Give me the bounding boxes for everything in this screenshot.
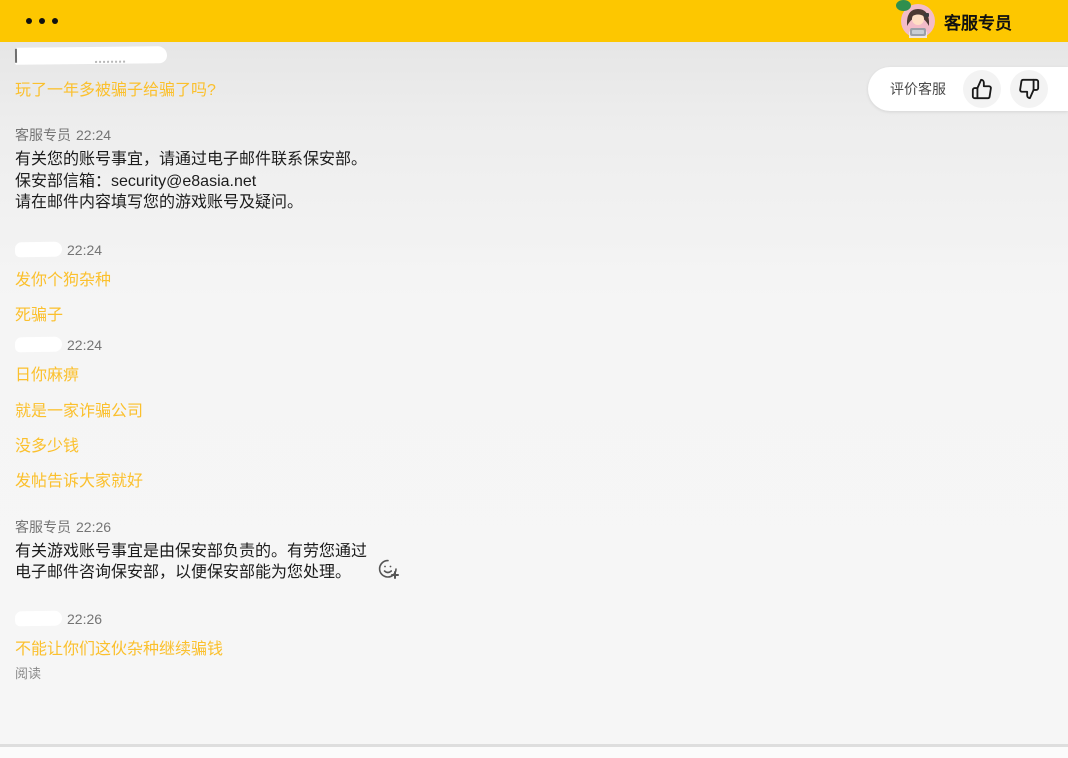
message-time: 22:24 xyxy=(76,127,111,143)
add-reaction-button[interactable] xyxy=(375,556,401,582)
agent-message-line: 请在邮件内容填写您的游戏账号及疑问。 xyxy=(15,192,373,214)
agent-message-header: 客服专员 22:26 xyxy=(15,518,1068,536)
user-message-group: 22:24 发你个狗杂种 死骗子 xyxy=(15,241,1068,326)
read-receipt: 阅读 xyxy=(15,663,1068,682)
ellipsis-icon xyxy=(39,18,45,24)
user-message: 日你麻痹 xyxy=(15,366,1068,386)
user-message: 不能让你们这伙杂种继续骗钱 xyxy=(15,640,1068,660)
user-message: 就是一家诈骗公司 xyxy=(15,402,1068,422)
ellipsis-icon xyxy=(52,18,58,24)
agent-message: 有关您的账号事宜，请通过电子邮件联系保安部。 保安部信箱：security@e8… xyxy=(15,149,373,214)
agent-message-line: 保安部信箱：security@e8asia.net xyxy=(15,171,373,193)
user-message-group: 22:24 日你麻痹 就是一家诈骗公司 没多少钱 发帖告诉大家就好 xyxy=(15,336,1068,492)
thumb-up-icon xyxy=(971,78,993,100)
thumb-up-button[interactable] xyxy=(963,70,1001,108)
agent-name: 客服专员 xyxy=(15,125,71,145)
chat-scroll-area[interactable]: 玩了一年多被骗子给骗了吗? 客服专员 22:24 有关您的账号事宜，请通过电子邮… xyxy=(0,42,1068,744)
user-message: 发帖告诉大家就好 xyxy=(15,472,1068,492)
thumb-down-button[interactable] xyxy=(1010,70,1048,108)
ellipsis-icon xyxy=(26,18,32,24)
message-time: 22:26 xyxy=(67,611,102,627)
user-message-header: 22:26 xyxy=(15,610,1068,628)
user-message-header: 22:24 xyxy=(15,336,1068,354)
redacted-message-header xyxy=(15,46,1068,64)
agent-message-group: 客服专员 22:24 有关您的账号事宜，请通过电子邮件联系保安部。 保安部信箱：… xyxy=(15,126,1068,214)
avatar xyxy=(901,4,935,38)
redaction-blob xyxy=(15,242,62,258)
agent-identity: 客服专员 xyxy=(901,4,1012,38)
message-time: 22:24 xyxy=(67,337,102,353)
user-message: 死骗子 xyxy=(15,306,1068,326)
agent-message-line: 有关您的账号事宜，请通过电子邮件联系保安部。 xyxy=(15,149,373,171)
user-message: 没多少钱 xyxy=(15,437,1068,457)
redaction-blob xyxy=(15,46,167,65)
online-status-dot xyxy=(896,0,911,11)
user-message-header: 22:24 xyxy=(15,241,1068,259)
thumb-down-icon xyxy=(1018,78,1040,100)
rating-label: 评价客服 xyxy=(890,79,946,99)
redaction-blob xyxy=(15,611,62,627)
smiley-plus-icon xyxy=(375,556,401,582)
agent-message: 有关游戏账号事宜是由保安部负责的。有劳您通过电子邮件咨询保安部，以便保安部能为您… xyxy=(15,541,373,584)
message-time: 22:26 xyxy=(76,519,111,535)
more-menu-button[interactable] xyxy=(24,12,60,30)
user-message-group: 22:26 不能让你们这伙杂种继续骗钱 阅读 xyxy=(15,610,1068,682)
agent-message-group: 客服专员 22:26 有关游戏账号事宜是由保安部负责的。有劳您通过电子邮件咨询保… xyxy=(15,518,1068,584)
agent-name: 客服专员 xyxy=(15,517,71,537)
user-message: 发你个狗杂种 xyxy=(15,271,1068,291)
top-bar: 客服专员 xyxy=(0,0,1068,42)
agent-message-header: 客服专员 22:24 xyxy=(15,126,1068,144)
message-time: 22:24 xyxy=(67,242,102,258)
agent-title: 客服专员 xyxy=(944,9,1012,34)
rating-widget: 评价客服 xyxy=(868,67,1068,111)
composer-divider xyxy=(0,744,1068,758)
redaction-blob xyxy=(15,337,62,353)
